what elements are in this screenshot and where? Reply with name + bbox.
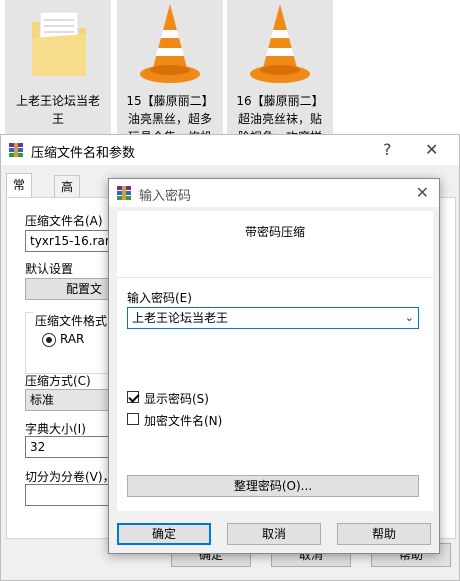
format-rar-label: RAR <box>60 332 85 346</box>
format-label: 压缩文件格式 <box>33 312 110 329</box>
dict-label: 字典大小(I) <box>25 422 86 436</box>
file-explorer: 上老王论坛当老 王 15【藤原丽二】 油亮黑丝，超多 玩具合集，炮机 16【藤原… <box>0 0 460 144</box>
default-settings-label: 默认设置 <box>25 262 74 276</box>
show-password-checkbox[interactable] <box>127 391 139 403</box>
password-input[interactable]: 上老王论坛当老王 ⌄ <box>127 307 419 329</box>
password-dialog-title: 输入密码 <box>139 189 192 204</box>
tab-advanced[interactable]: 高级 <box>54 175 81 216</box>
enter-password-dialog: 输入密码 ✕ 带密码压缩 输入密码(E) 上老王论坛当老王 ⌄ 显示密码(S) … <box>108 178 440 554</box>
file-tile-video-15[interactable]: 15【藤原丽二】 油亮黑丝，超多 玩具合集，炮机 <box>117 0 223 144</box>
vlc-cone-icon <box>250 4 310 83</box>
archive-name-label: 压缩文件名(A) <box>25 214 103 228</box>
encrypt-names-checkbox[interactable] <box>127 413 139 425</box>
file-tile-folder[interactable]: 上老王论坛当老 王 <box>5 0 111 136</box>
organize-passwords-button[interactable]: 整理密码(O)... <box>127 475 419 497</box>
password-dialog-title-bar[interactable]: 输入密码 ✕ <box>109 179 439 207</box>
close-icon[interactable]: ✕ <box>425 140 438 159</box>
password-panel: 带密码压缩 <box>117 211 433 511</box>
file-tile-video-16[interactable]: 16【藤原丽二】 超油亮丝袜，贴 脸视角，攻摩样 <box>227 0 333 144</box>
winrar-icon <box>117 186 131 200</box>
help-icon[interactable]: ? <box>383 140 392 159</box>
file-name: 上老王论坛当老 王 <box>15 94 100 126</box>
chevron-down-icon[interactable]: ⌄ <box>405 308 414 328</box>
close-icon[interactable]: ✕ <box>416 183 429 202</box>
folder-icon <box>32 11 86 76</box>
show-password-label: 显示密码(S) <box>144 392 209 406</box>
help-button[interactable]: 帮助 <box>337 523 431 545</box>
encrypt-names-label: 加密文件名(N) <box>144 414 223 428</box>
ok-button[interactable]: 确定 <box>117 523 211 545</box>
dialog-title: 压缩文件名和参数 <box>31 146 136 161</box>
password-value: 上老王论坛当老王 <box>132 311 229 325</box>
password-label: 输入密码(E) <box>127 291 192 305</box>
dialog-title-bar[interactable]: 压缩文件名和参数 ? ✕ <box>1 135 459 165</box>
split-label: 切分为分卷(V)， <box>25 470 115 484</box>
divider <box>117 277 433 278</box>
vlc-cone-icon <box>140 4 200 83</box>
format-rar-radio[interactable] <box>42 333 56 347</box>
tab-general[interactable]: 常规 <box>6 173 33 214</box>
method-label: 压缩方式(C) <box>25 374 91 388</box>
cancel-button[interactable]: 取消 <box>227 523 321 545</box>
password-header: 带密码压缩 <box>244 225 305 239</box>
winrar-icon <box>9 143 23 157</box>
